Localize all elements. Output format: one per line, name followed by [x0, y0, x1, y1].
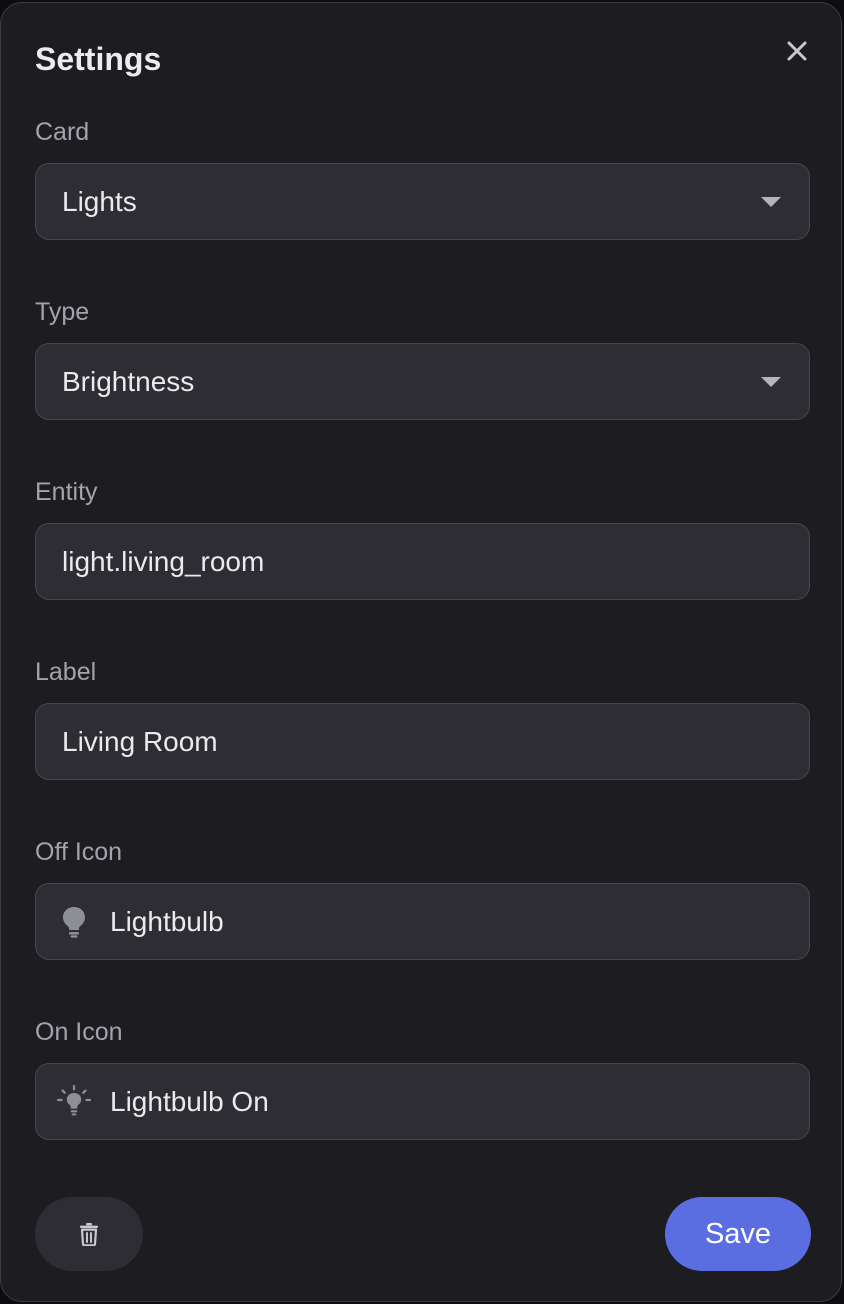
lightbulb-on-icon: [56, 1084, 92, 1120]
card-select-value: Lights: [62, 185, 137, 217]
label-field-value: Living Room: [62, 725, 218, 757]
off-icon-picker[interactable]: Lightbulb: [35, 883, 810, 960]
chevron-down-icon: [761, 377, 781, 387]
settings-dialog: Settings Card Lights Type Brightness Ent…: [0, 2, 842, 1302]
card-select[interactable]: Lights: [35, 163, 810, 240]
type-label: Type: [35, 298, 90, 326]
on-icon-value: Lightbulb On: [110, 1085, 269, 1117]
on-icon-label: On Icon: [35, 1018, 123, 1046]
entity-field[interactable]: light.living_room: [35, 523, 810, 600]
lightbulb-icon: [56, 904, 92, 940]
off-icon-label: Off Icon: [35, 838, 123, 866]
close-icon: [787, 41, 807, 61]
dialog-title: Settings: [35, 41, 162, 77]
delete-button[interactable]: [35, 1197, 143, 1271]
type-select[interactable]: Brightness: [35, 343, 810, 420]
entity-label: Entity: [35, 478, 98, 506]
card-label: Card: [35, 118, 90, 146]
entity-field-value: light.living_room: [62, 545, 265, 577]
label-label: Label: [35, 658, 97, 686]
close-button[interactable]: [779, 33, 815, 69]
off-icon-value: Lightbulb: [110, 905, 224, 937]
trash-icon: [80, 1223, 98, 1246]
chevron-down-icon: [761, 197, 781, 207]
type-select-value: Brightness: [62, 365, 195, 397]
save-button[interactable]: Save: [665, 1197, 811, 1271]
label-field[interactable]: Living Room: [35, 703, 810, 780]
on-icon-picker[interactable]: Lightbulb On: [35, 1063, 810, 1140]
